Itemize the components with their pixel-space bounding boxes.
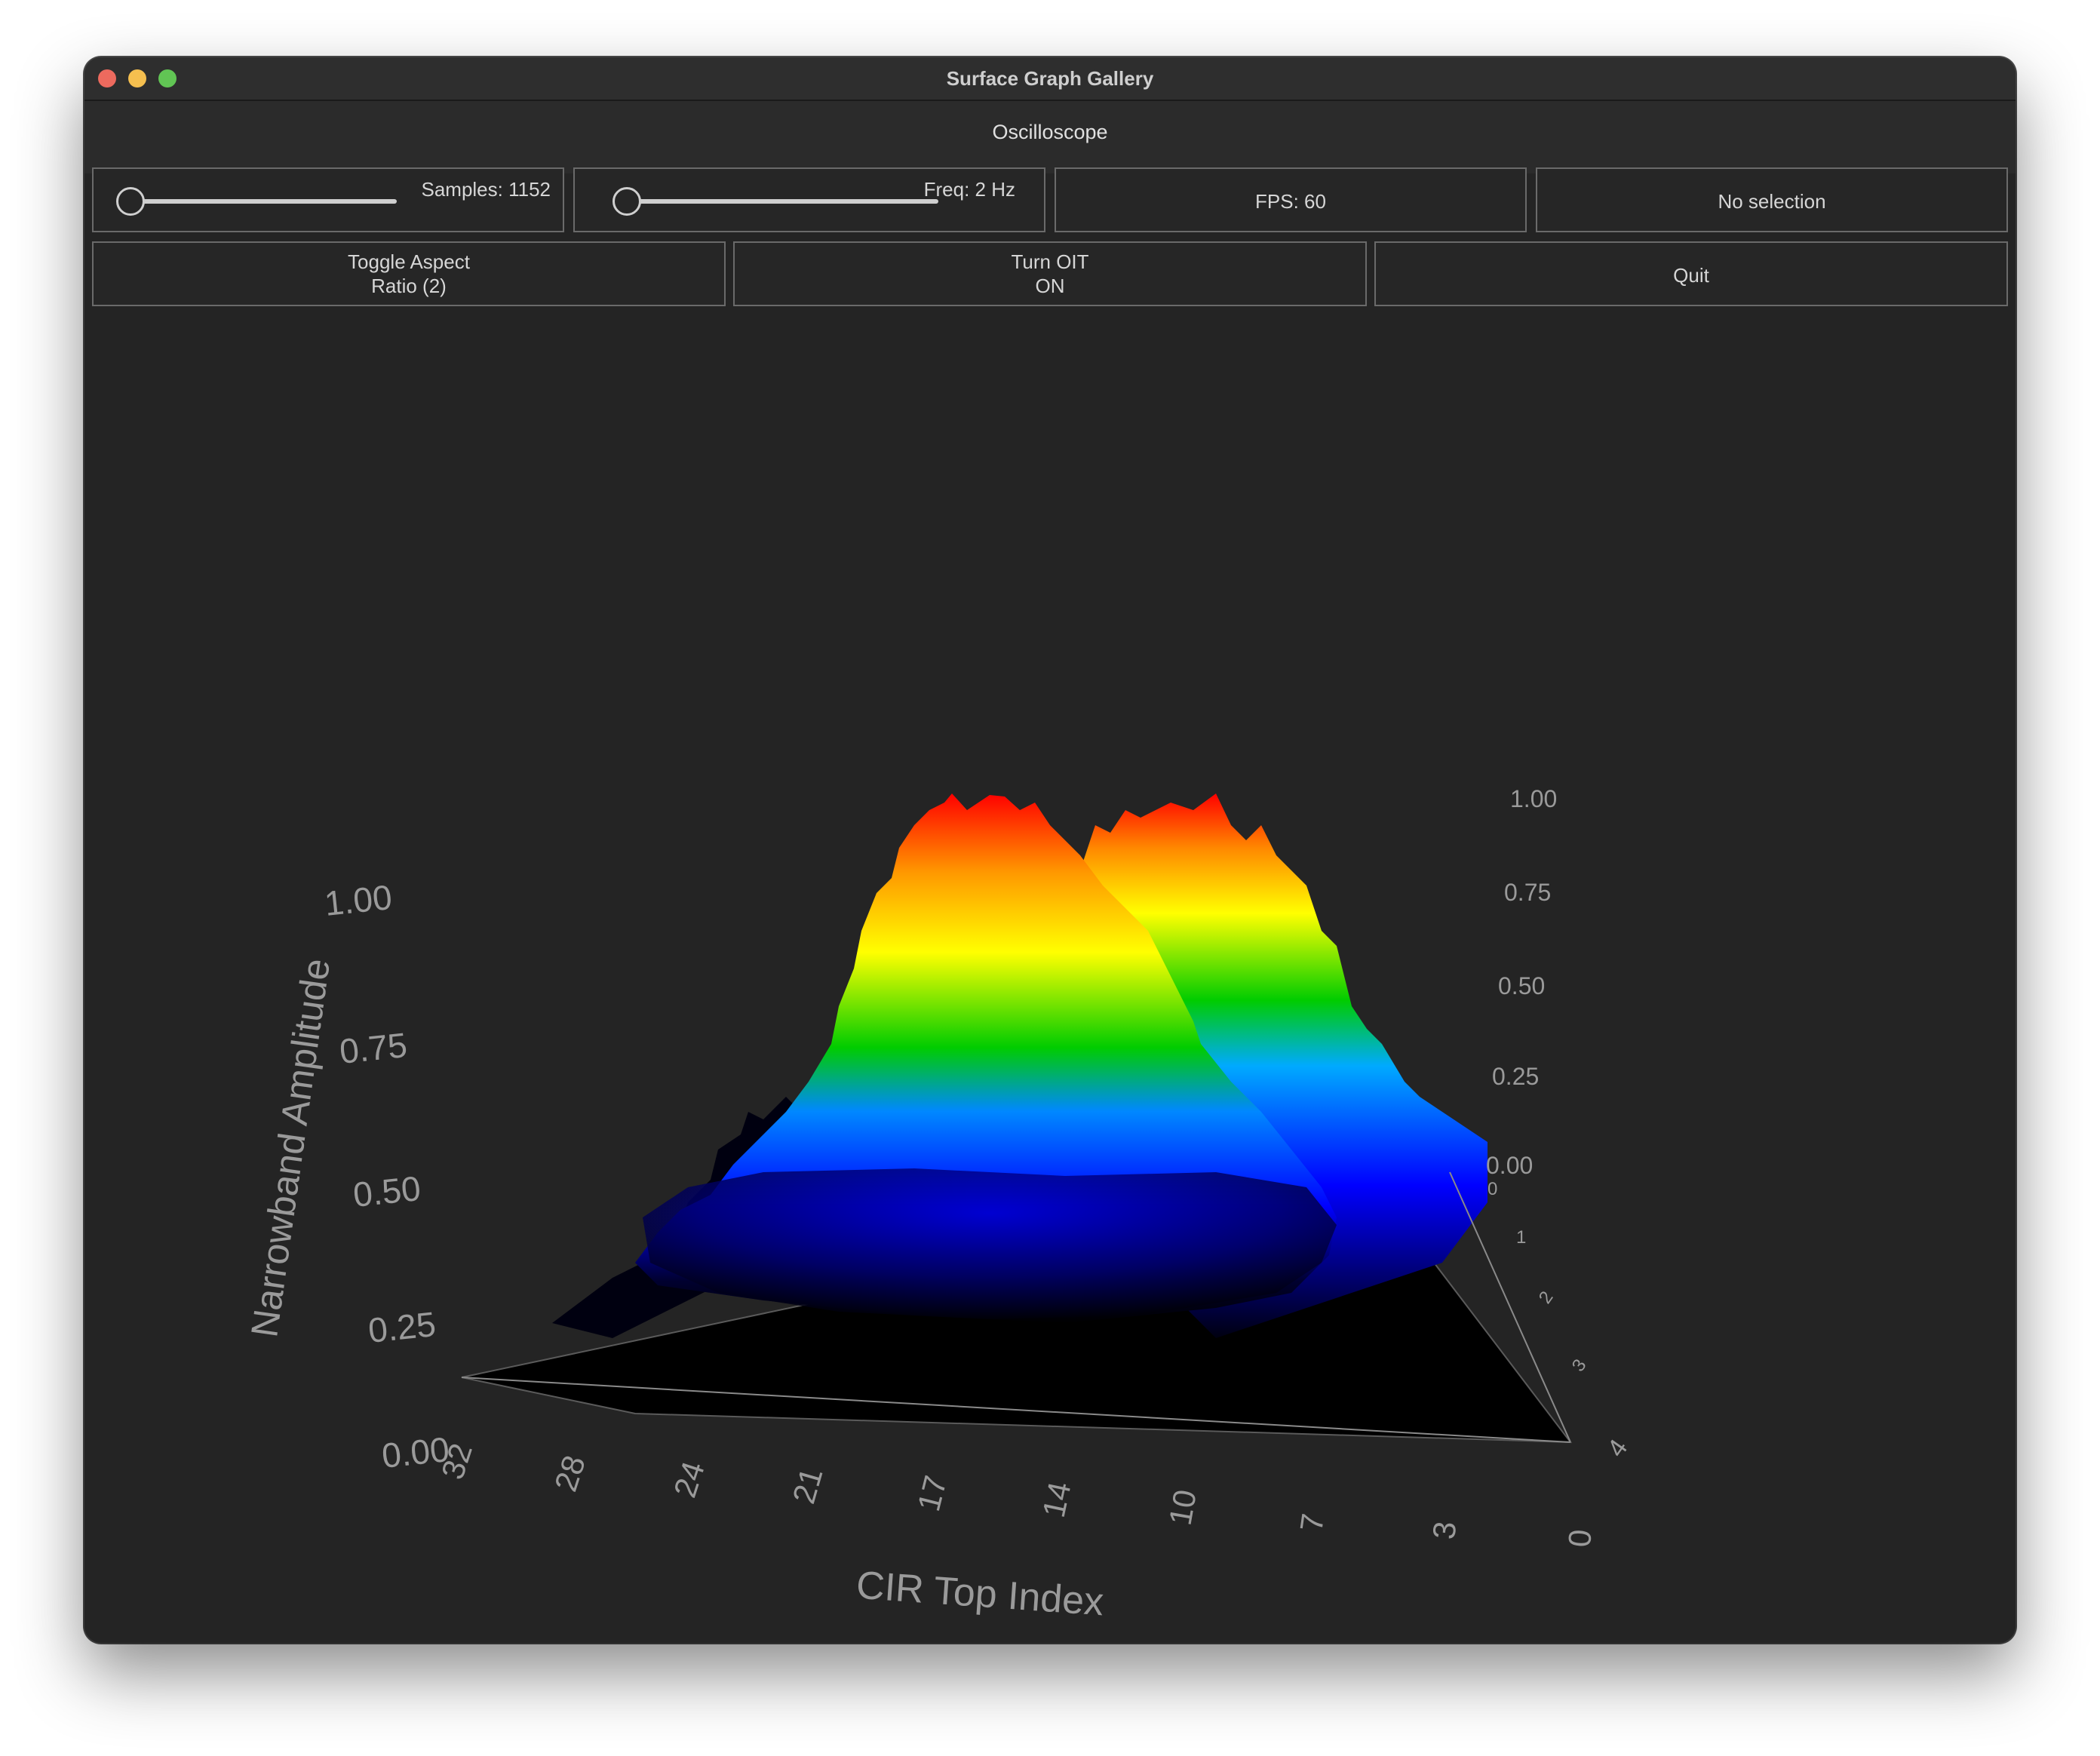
- freq-slider-thumb[interactable]: [612, 187, 641, 216]
- app-window: Surface Graph Gallery Oscilloscope Sampl…: [84, 57, 2016, 1643]
- x-tick: 21: [785, 1464, 829, 1508]
- y-tick-right: 0.25: [1492, 1063, 1539, 1090]
- samples-slider-control: Samples: 1152: [92, 167, 564, 232]
- samples-slider-thumb[interactable]: [116, 187, 145, 216]
- x-tick: 17: [910, 1472, 953, 1515]
- window-title: Surface Graph Gallery: [946, 67, 1154, 90]
- freq-slider-track[interactable]: [614, 199, 938, 204]
- y-axis-ticks-right: 1.00 0.75 0.50 0.25 0.00: [1486, 785, 1557, 1179]
- selection-display: No selection: [1536, 167, 2008, 232]
- y-tick-left: 0.25: [367, 1304, 438, 1350]
- y-axis-ticks-left: 1.00 0.75 0.50 0.25 0.00: [323, 877, 451, 1475]
- selection-label: No selection: [1718, 190, 1826, 213]
- x-tick: 10: [1162, 1487, 1203, 1527]
- surface-base-band: [643, 1168, 1337, 1319]
- tab-bar: Oscilloscope: [84, 101, 2016, 173]
- z-tick: 2: [1535, 1288, 1558, 1307]
- y-tick-right: 1.00: [1510, 785, 1557, 812]
- samples-label: Samples: 1152: [421, 178, 551, 201]
- samples-slider-track[interactable]: [118, 199, 397, 204]
- y-tick-left: 0.75: [338, 1025, 409, 1071]
- x-tick: 0: [1561, 1528, 1598, 1549]
- y-tick-left: 0.50: [352, 1168, 422, 1214]
- z-tick: 0: [1488, 1179, 1497, 1199]
- z-tick: 1: [1516, 1227, 1526, 1248]
- y-tick-right: 0.00: [1486, 1152, 1533, 1179]
- y-tick-left: 1.00: [323, 877, 394, 923]
- freq-slider-control: Freq: 2 Hz: [573, 167, 1045, 232]
- x-tick: 3: [1426, 1520, 1463, 1541]
- y-tick-right: 0.50: [1498, 972, 1545, 999]
- fps-display: FPS: 60: [1055, 167, 1527, 232]
- x-tick: 28: [548, 1451, 592, 1496]
- x-tick: 7: [1293, 1512, 1331, 1534]
- x-tick: 24: [667, 1457, 711, 1502]
- oit-label-line1: Turn OIT: [1011, 250, 1089, 273]
- x-tick: 14: [1036, 1478, 1078, 1520]
- toggle-aspect-label-line1: Toggle Aspect: [348, 250, 470, 273]
- tab-oscilloscope[interactable]: Oscilloscope: [84, 101, 2016, 163]
- surface-graph[interactable]: Narrowband Amplitude 1.00 0.75 0.50 0.25…: [84, 282, 2016, 1643]
- title-bar: Surface Graph Gallery: [84, 57, 2016, 101]
- y-axis-title: Narrowband Amplitude: [243, 956, 338, 1340]
- x-axis-title: CIR Top Index: [855, 1564, 1105, 1625]
- z-tick: 4: [1601, 1434, 1633, 1462]
- z-tick: 3: [1568, 1355, 1591, 1375]
- freq-label: Freq: 2 Hz: [923, 178, 1015, 201]
- y-tick-right: 0.75: [1504, 879, 1551, 906]
- fps-label: FPS: 60: [1255, 190, 1326, 213]
- x-axis-ticks: 32 28 24 21 17 14 10 7 3 0: [434, 1439, 1598, 1549]
